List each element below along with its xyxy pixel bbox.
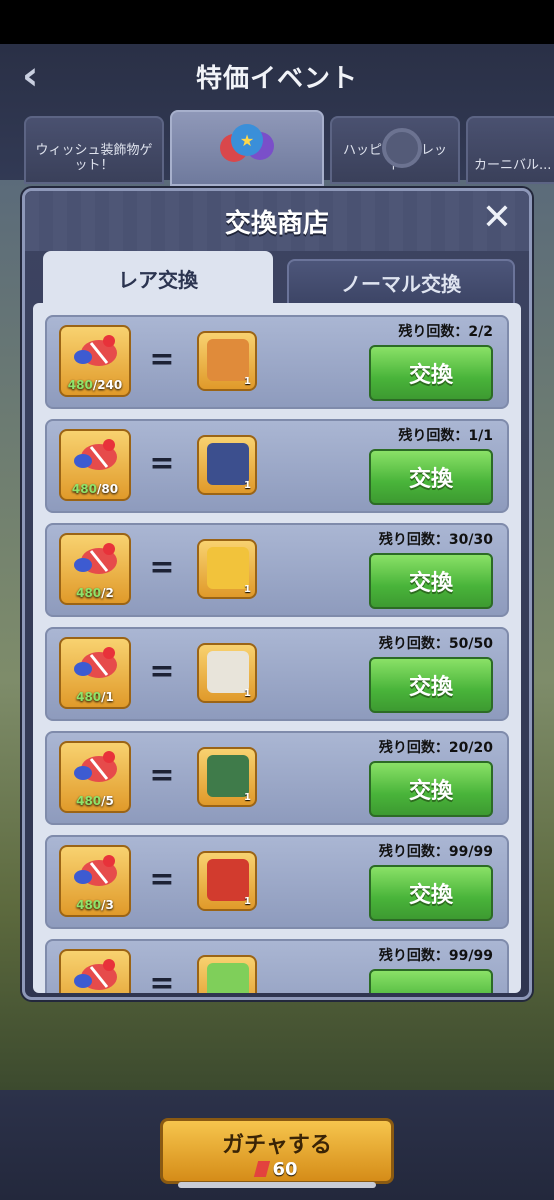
remaining-count: 残り回数：99/99 bbox=[378, 844, 493, 860]
giftbox-icon bbox=[207, 859, 249, 901]
exchange-row: 480/240 = 1 残り回数：2/2 交換 bbox=[45, 315, 509, 409]
reward-quantity: 1 bbox=[244, 792, 251, 803]
reward-quantity: 1 bbox=[244, 376, 251, 387]
equals-sign: = bbox=[149, 654, 175, 689]
back-arrow-icon[interactable]: ‹ bbox=[22, 56, 62, 96]
candy-icon bbox=[74, 647, 117, 678]
exchange-shop-dialog: 交換商店 ✕ レア交換 ノーマル交換 480/240 = 1 残り回数：2/2 … bbox=[22, 188, 532, 1000]
reward-item[interactable]: 1 bbox=[197, 747, 257, 807]
exchange-button[interactable] bbox=[369, 969, 493, 993]
reward-quantity: 1 bbox=[244, 688, 251, 699]
equals-sign: = bbox=[149, 758, 175, 793]
event-tabs: ウィッシュ装飾物ゲット！ ★ ハッピールーレット カーニバル... bbox=[0, 110, 554, 186]
tab-wish-decoration[interactable]: ウィッシュ装飾物ゲット！ bbox=[24, 116, 164, 184]
candy-count: 480/80 bbox=[71, 482, 119, 496]
exchange-row: 480/2 = 1 残り回数：30/30 交換 bbox=[45, 523, 509, 617]
gacha-cost: 60 bbox=[254, 1159, 298, 1180]
reward-item[interactable] bbox=[197, 955, 257, 993]
candy-icon bbox=[74, 439, 117, 470]
exchange-row: 480/80 = 1 残り回数：1/1 交換 bbox=[45, 419, 509, 513]
exchange-row: 480/3 = 1 残り回数：99/99 交換 bbox=[45, 835, 509, 929]
candy-icon bbox=[74, 751, 117, 782]
cube-icon bbox=[207, 443, 249, 485]
exchange-button[interactable]: 交換 bbox=[369, 657, 493, 713]
exchange-button[interactable]: 交換 bbox=[369, 345, 493, 401]
reward-item[interactable]: 1 bbox=[197, 331, 257, 391]
chest-icon bbox=[207, 755, 249, 797]
remaining-count: 残り回数：50/50 bbox=[378, 636, 493, 652]
reward-quantity: 1 bbox=[244, 584, 251, 595]
tab-label: ウィッシュ装飾物ゲット！ bbox=[35, 142, 153, 174]
gem-icon bbox=[254, 1161, 271, 1177]
reward-item[interactable]: 1 bbox=[197, 539, 257, 599]
reward-item[interactable]: 1 bbox=[197, 643, 257, 703]
exchange-row: = 残り回数：99/99 bbox=[45, 939, 509, 993]
dialog-title: 交換商店 bbox=[224, 208, 329, 239]
tab-label: カーニバル... bbox=[474, 158, 552, 174]
exchange-button[interactable]: 交換 bbox=[369, 449, 493, 505]
reward-quantity: 1 bbox=[244, 896, 251, 907]
remaining-count: 残り回数：1/1 bbox=[398, 428, 493, 444]
candy-count: 480/5 bbox=[76, 794, 114, 808]
candy-cost-item: 480/2 bbox=[59, 533, 131, 605]
candy-cost-item bbox=[59, 949, 131, 993]
gacha-cost-value: 60 bbox=[272, 1159, 298, 1180]
exchange-button[interactable]: 交換 bbox=[369, 761, 493, 817]
candy-count: 480/3 bbox=[76, 898, 114, 912]
exchange-row: 480/1 = 1 残り回数：50/50 交換 bbox=[45, 627, 509, 721]
reward-quantity: 1 bbox=[244, 480, 251, 491]
tab-happy-roulette[interactable]: ハッピールーレット bbox=[330, 116, 460, 184]
box-icon bbox=[207, 339, 249, 381]
header: ‹ 特価イベント bbox=[0, 44, 554, 108]
reward-item[interactable]: 1 bbox=[197, 851, 257, 911]
candy-cost-item: 480/5 bbox=[59, 741, 131, 813]
svg-text:★: ★ bbox=[240, 131, 254, 150]
remaining-count: 残り回数：20/20 bbox=[378, 740, 493, 756]
candy-count: 480/1 bbox=[76, 690, 114, 704]
page-title: 特価イベント bbox=[195, 63, 358, 94]
puzzle-icon bbox=[207, 547, 249, 589]
exchange-row: 480/5 = 1 残り回数：20/20 交換 bbox=[45, 731, 509, 825]
ticket-icon bbox=[207, 963, 249, 993]
candy-cost-item: 480/3 bbox=[59, 845, 131, 917]
equals-sign: = bbox=[149, 446, 175, 481]
tab-carnival[interactable]: カーニバル... bbox=[466, 116, 554, 184]
equals-sign: = bbox=[149, 550, 175, 585]
tab-candy-event[interactable]: ★ bbox=[170, 110, 324, 186]
remaining-count: 残り回数：99/99 bbox=[378, 948, 493, 964]
tab-rare-exchange[interactable]: レア交換 bbox=[43, 251, 273, 305]
candy-count: 480/2 bbox=[76, 586, 114, 600]
remaining-count: 残り回数：30/30 bbox=[378, 532, 493, 548]
gacha-label: ガチャする bbox=[222, 1133, 332, 1158]
ball-icon: ★ bbox=[220, 124, 274, 162]
exchange-button[interactable]: 交換 bbox=[369, 865, 493, 921]
candy-count: 480/240 bbox=[67, 378, 123, 392]
candy-icon bbox=[74, 855, 117, 886]
reward-item[interactable]: 1 bbox=[197, 435, 257, 495]
home-indicator[interactable] bbox=[178, 1182, 376, 1188]
candy-cost-item: 480/240 bbox=[59, 325, 131, 397]
status-bar bbox=[0, 0, 554, 44]
candy-icon bbox=[74, 959, 117, 990]
papers-icon bbox=[207, 651, 249, 693]
close-icon[interactable]: ✕ bbox=[479, 200, 515, 237]
gacha-button[interactable]: ガチャする 60 bbox=[160, 1118, 394, 1184]
candy-cost-item: 480/80 bbox=[59, 429, 131, 501]
exchange-list[interactable]: 480/240 = 1 残り回数：2/2 交換 480/80 = 1 残り回数：… bbox=[33, 303, 521, 993]
tab-normal-exchange[interactable]: ノーマル交換 bbox=[287, 259, 515, 305]
remaining-count: 残り回数：2/2 bbox=[398, 324, 493, 340]
dialog-header: 交換商店 ✕ bbox=[25, 191, 529, 251]
candy-cost-item: 480/1 bbox=[59, 637, 131, 709]
equals-sign: = bbox=[149, 342, 175, 377]
equals-sign: = bbox=[149, 966, 175, 994]
candy-icon bbox=[74, 335, 117, 366]
candy-icon bbox=[74, 543, 117, 574]
roulette-icon bbox=[382, 128, 422, 168]
exchange-button[interactable]: 交換 bbox=[369, 553, 493, 609]
equals-sign: = bbox=[149, 862, 175, 897]
